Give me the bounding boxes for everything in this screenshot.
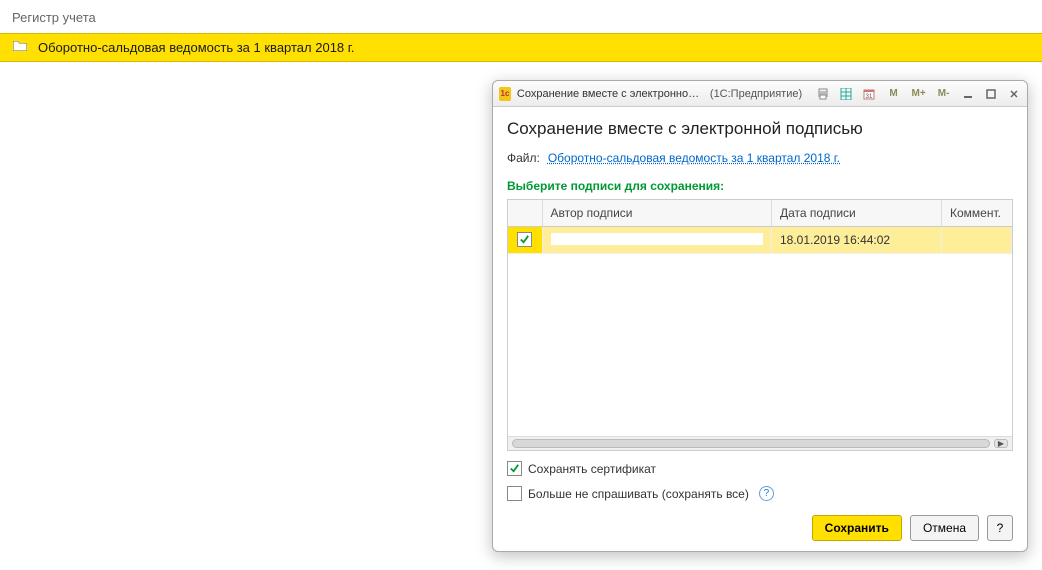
inline-help-icon[interactable]: ? <box>759 486 774 501</box>
save-cert-option: Сохранять сертификат <box>507 461 1013 476</box>
calendar-icon[interactable]: 31 <box>861 85 878 103</box>
save-signature-dialog: 1c Сохранение вместе с электронной подпи… <box>492 80 1028 552</box>
save-button[interactable]: Сохранить <box>812 515 902 541</box>
table-row[interactable]: 18.01.2019 16:44:02 <box>508 227 1012 254</box>
column-date[interactable]: Дата подписи <box>772 200 942 227</box>
document-banner: Оборотно-сальдовая ведомость за 1 кварта… <box>0 33 1042 62</box>
minimize-icon[interactable] <box>959 85 976 103</box>
row-author <box>542 227 772 254</box>
svg-text:31: 31 <box>866 94 873 100</box>
file-label: Файл: <box>507 151 540 165</box>
print-icon[interactable] <box>814 85 831 103</box>
dont-ask-option: Больше не спрашивать (сохранять все) ? <box>507 486 1013 501</box>
row-checkbox[interactable] <box>508 227 542 254</box>
dont-ask-label: Больше не спрашивать (сохранять все) <box>528 487 749 501</box>
page-title-text: Регистр учета <box>12 10 96 25</box>
page-title: Регистр учета <box>0 0 1042 33</box>
help-button[interactable]: ? <box>987 515 1013 541</box>
dialog-footer: Сохранить Отмена ? <box>507 515 1013 541</box>
folder-icon <box>12 40 28 55</box>
dialog-title: Сохранение вместе с электронной подпи... <box>517 88 704 100</box>
column-check <box>508 200 542 227</box>
cancel-button[interactable]: Отмена <box>910 515 979 541</box>
row-date: 18.01.2019 16:44:02 <box>772 227 942 254</box>
scrollbar-arrow-right[interactable]: ▶ <box>994 439 1008 448</box>
m-button[interactable]: M <box>884 85 903 103</box>
table-empty-area <box>508 254 1012 436</box>
dont-ask-checkbox[interactable] <box>507 486 522 501</box>
section-label: Выберите подписи для сохранения: <box>507 179 1013 193</box>
scrollbar-thumb[interactable] <box>512 439 990 448</box>
m-plus-button[interactable]: M+ <box>909 85 928 103</box>
signatures-table: Автор подписи Дата подписи Коммент. 18.0… <box>507 199 1013 451</box>
m-minus-button[interactable]: M- <box>934 85 953 103</box>
horizontal-scrollbar[interactable]: ▶ <box>508 436 1012 450</box>
save-cert-label: Сохранять сертификат <box>528 462 656 476</box>
file-row: Файл: Оборотно-сальдовая ведомость за 1 … <box>507 151 1013 165</box>
save-cert-checkbox[interactable] <box>507 461 522 476</box>
dialog-titlebar: 1c Сохранение вместе с электронной подпи… <box>493 81 1027 107</box>
maximize-icon[interactable] <box>982 85 999 103</box>
dialog-heading: Сохранение вместе с электронной подписью <box>507 119 1013 139</box>
row-comment <box>942 227 1012 254</box>
document-banner-text: Оборотно-сальдовая ведомость за 1 кварта… <box>38 40 355 55</box>
dialog-app-suffix: (1С:Предприятие) <box>710 88 802 100</box>
column-comment[interactable]: Коммент. <box>942 200 1012 227</box>
oneC-icon: 1c <box>499 87 511 101</box>
close-icon[interactable] <box>1006 85 1023 103</box>
file-link[interactable]: Оборотно-сальдовая ведомость за 1 кварта… <box>548 151 840 165</box>
column-author[interactable]: Автор подписи <box>542 200 772 227</box>
calculator-icon[interactable] <box>837 85 854 103</box>
